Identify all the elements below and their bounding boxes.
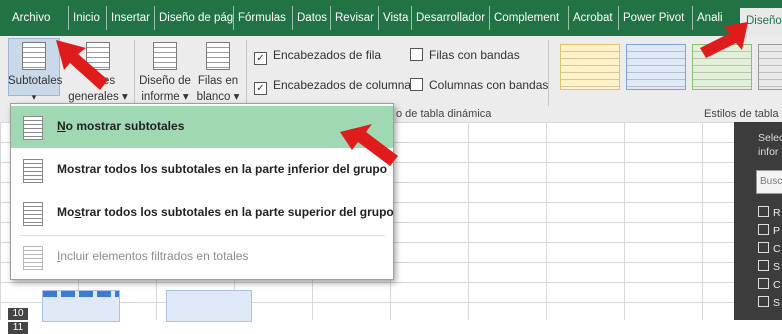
red-arrow-icon — [340, 124, 398, 166]
annotation-arrows — [56, 22, 748, 166]
red-arrow-icon — [56, 40, 108, 90]
row-number: 11 — [8, 322, 28, 334]
red-arrow-icon — [700, 22, 748, 58]
